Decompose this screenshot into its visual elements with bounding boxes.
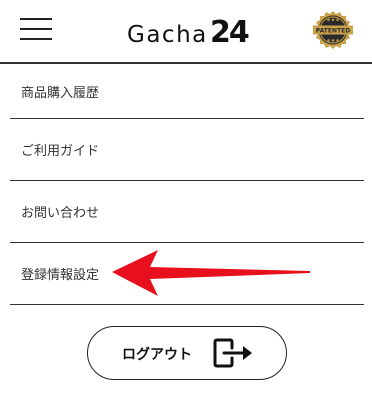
menu-item-label: 商品購入履歴 <box>21 85 100 101</box>
svg-text:★★★: ★★★ <box>326 38 340 44</box>
gacha24-logo[interactable]: Gacha 24 <box>127 13 257 50</box>
logo-word: Gacha <box>127 22 208 48</box>
menu-item-label: お問い合わせ <box>21 206 100 221</box>
app-header: Gacha 24 PATENTED ★★★ ★★★ <box>0 0 372 62</box>
arrow-left-icon <box>112 250 310 296</box>
hamburger-menu-icon[interactable] <box>20 16 52 42</box>
menu-item-label: 登録情報設定 <box>21 268 100 283</box>
menu-item-contact[interactable]: お問い合わせ <box>10 181 364 243</box>
menu-item-usage-guide[interactable]: ご利用ガイド <box>10 119 364 181</box>
logout-button[interactable]: ログアウト <box>87 326 287 380</box>
svg-text:★★★: ★★★ <box>326 18 340 24</box>
patented-badge-icon: PATENTED ★★★ ★★★ <box>313 11 353 49</box>
menu-item-label: ご利用ガイド <box>21 144 100 159</box>
menu-item-purchase-history[interactable]: 商品購入履歴 <box>10 64 364 119</box>
badge-text: PATENTED <box>316 28 350 35</box>
logout-label: ログアウト <box>122 347 192 363</box>
logo-number: 24 <box>210 15 250 50</box>
logout-icon <box>213 338 252 368</box>
